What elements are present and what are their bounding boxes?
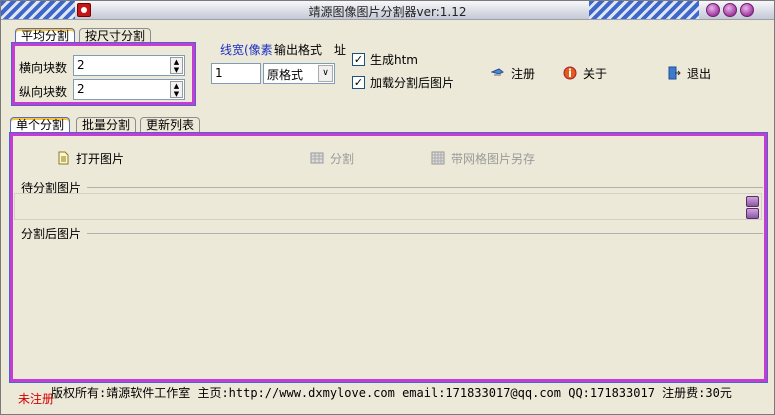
spin-arrows-icon[interactable]: ▲ ▼: [170, 81, 183, 98]
load-split-label: 加载分割后图片: [370, 76, 455, 90]
title-stripes-right: [589, 1, 699, 19]
horizontal-count-stepper[interactable]: 2 ▲ ▼: [73, 55, 185, 76]
about-button[interactable]: 关于: [563, 63, 607, 83]
vertical-count-value: 2: [77, 82, 85, 96]
app-window: 靖源图像图片分割器ver:1.12 平均分割 按尺寸分割 横向块数 2 ▲ ▼ 纵…: [0, 0, 775, 415]
line-width-input[interactable]: 1: [211, 63, 261, 84]
output-format-label: 输出格式: [274, 43, 323, 57]
scroll-down-icon[interactable]: [746, 208, 759, 219]
split-label: 分割: [330, 151, 355, 166]
split-button[interactable]: 分割: [310, 148, 354, 168]
output-format-value: 原格式: [267, 68, 304, 82]
tab-average-split[interactable]: 平均分割: [15, 28, 76, 44]
tab-single-split[interactable]: 单个分割: [10, 117, 71, 133]
generate-htm-label: 生成htm: [370, 53, 419, 67]
pending-divider: [87, 187, 763, 188]
exit-icon: [668, 66, 681, 80]
open-image-button[interactable]: 打开图片: [56, 148, 124, 168]
split-icon: [310, 152, 324, 164]
vertical-count-stepper[interactable]: 2 ▲ ▼: [73, 79, 185, 100]
copyright-status: 版权所有:靖源软件工作室 主页:http://www.dxmylove.com …: [51, 386, 732, 400]
exit-button[interactable]: 退出: [667, 63, 711, 83]
save-grid-label: 带网格图片另存: [451, 151, 536, 166]
pending-image-list[interactable]: [14, 193, 762, 220]
chevron-down-icon[interactable]: ∨: [318, 65, 333, 82]
output-format-select[interactable]: 原格式 ∨: [263, 63, 335, 84]
spin-arrows-icon[interactable]: ▲ ▼: [170, 57, 183, 74]
load-split-checkbox[interactable]: ✓: [352, 76, 365, 89]
after-image-area[interactable]: [14, 239, 762, 378]
generate-htm-checkbox[interactable]: ✓: [352, 53, 365, 66]
info-icon: [563, 66, 577, 80]
horizontal-count-value: 2: [77, 58, 85, 72]
tab-batch-split[interactable]: 批量分割: [76, 117, 137, 133]
maximize-icon[interactable]: [723, 3, 737, 17]
save-grid-button[interactable]: 带网格图片另存: [431, 148, 535, 168]
register-button[interactable]: 注册: [491, 63, 535, 83]
open-image-label: 打开图片: [76, 151, 125, 166]
register-label: 注册: [511, 66, 536, 81]
open-file-icon: [58, 151, 69, 165]
after-divider: [87, 233, 763, 234]
close-icon[interactable]: [740, 3, 754, 17]
vertical-count-label: 纵向块数: [19, 85, 68, 99]
minimize-icon[interactable]: [706, 3, 720, 17]
scroll-up-icon[interactable]: [746, 196, 759, 207]
about-label: 关于: [583, 66, 608, 81]
address-label: 址: [334, 43, 347, 57]
line-width-label: 线宽(像素: [220, 43, 273, 57]
exit-label: 退出: [687, 66, 712, 81]
tab-update-list[interactable]: 更新列表: [140, 117, 201, 133]
register-icon: [491, 68, 504, 76]
tab-size-split[interactable]: 按尺寸分割: [79, 28, 152, 44]
grid-icon: [431, 151, 445, 165]
title-bar[interactable]: 靖源图像图片分割器ver:1.12: [1, 1, 774, 20]
unregistered-status: 未注册: [18, 392, 55, 406]
horizontal-count-label: 横向块数: [19, 61, 68, 75]
